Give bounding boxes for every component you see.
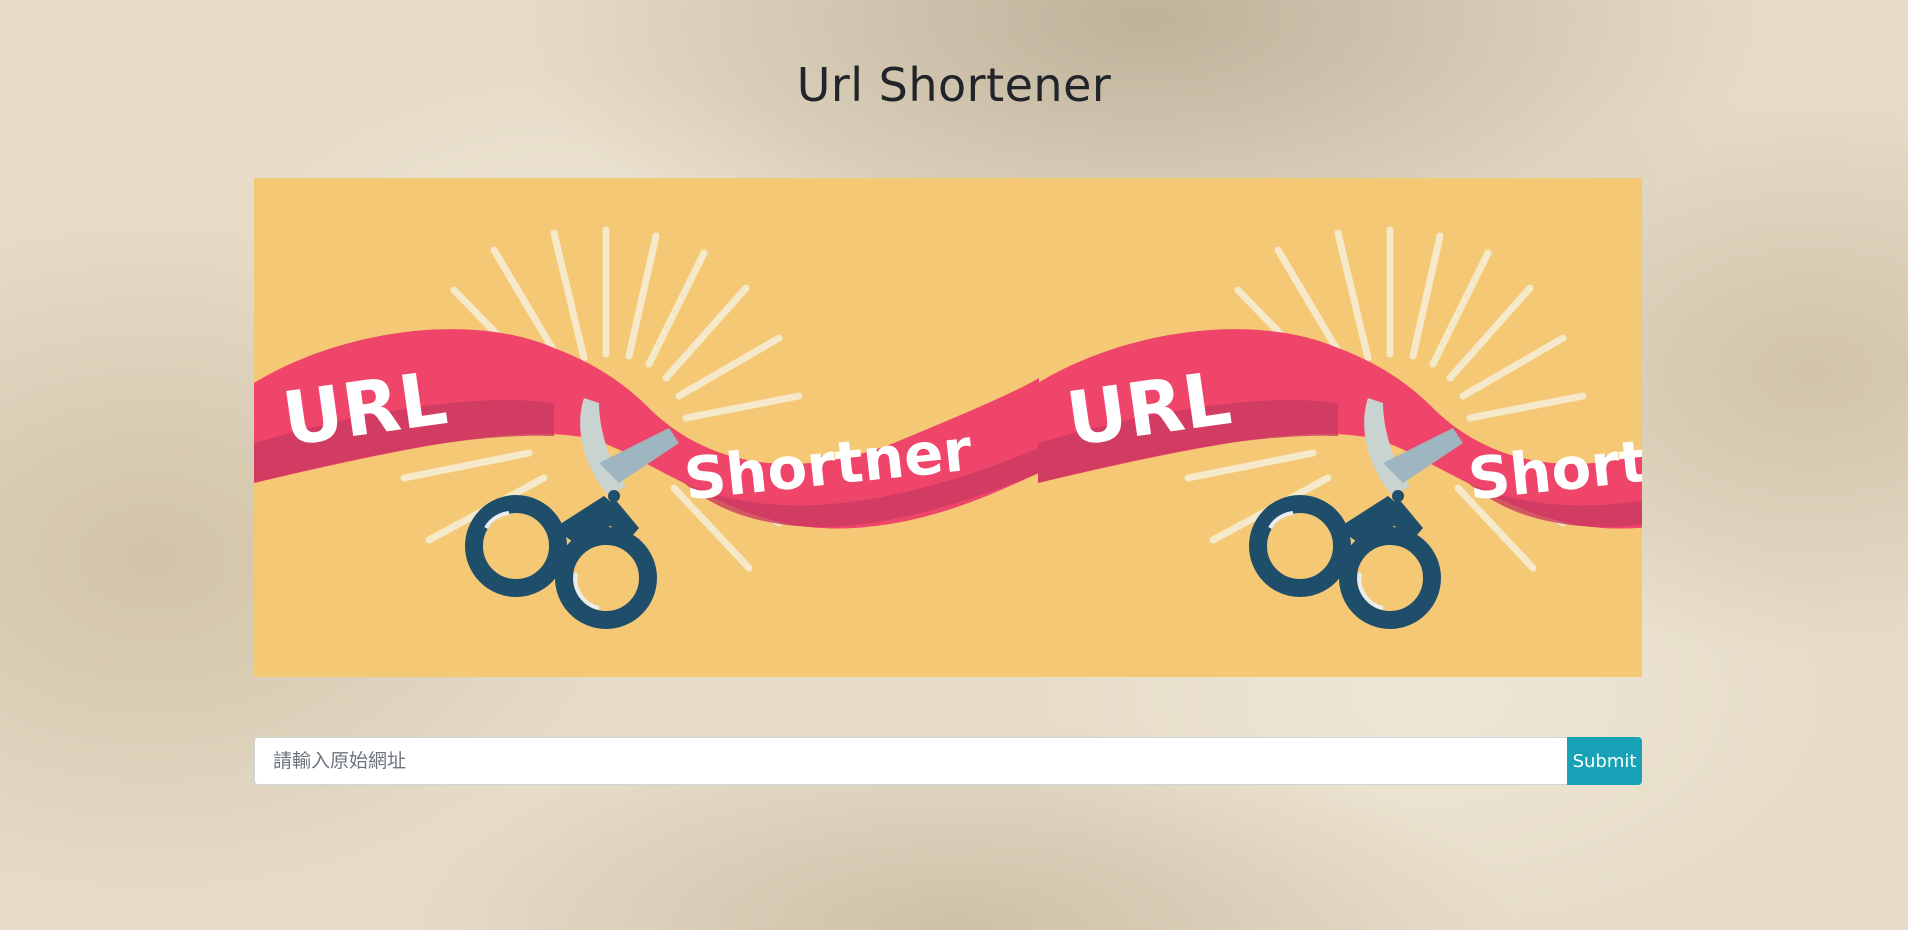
submit-button[interactable]: Submit <box>1567 737 1642 785</box>
shorten-form: Submit <box>254 737 1642 785</box>
banner-image: URL Shortner <box>254 178 1642 677</box>
url-input[interactable] <box>254 737 1567 785</box>
page-title: Url Shortener <box>796 58 1112 112</box>
